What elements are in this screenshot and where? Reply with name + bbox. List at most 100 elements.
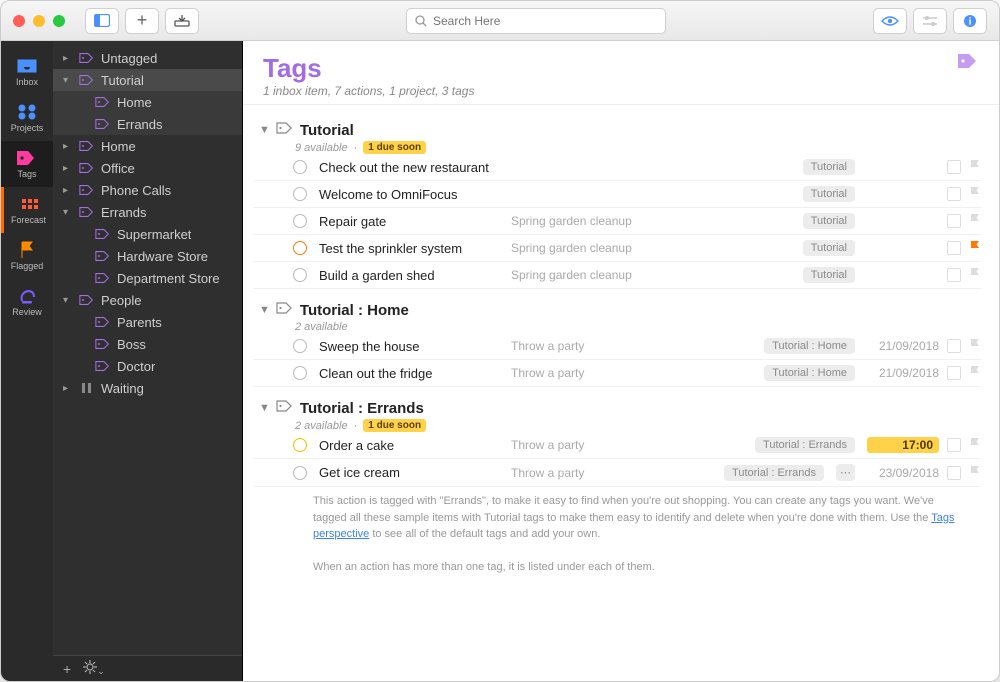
action-row[interactable]: Welcome to OmniFocus Tutorial — [253, 181, 981, 208]
action-row[interactable]: Sweep the house Throw a party Tutorial :… — [253, 333, 981, 360]
cleanup-button[interactable] — [165, 8, 199, 34]
note-icon[interactable] — [947, 214, 961, 228]
flag-icon[interactable] — [969, 241, 981, 255]
tag-icon — [276, 121, 294, 139]
sidebar-item[interactable]: ▸ Office — [53, 157, 242, 179]
rail-flagged[interactable]: Flagged — [1, 233, 53, 279]
sidebar-item[interactable]: ▾ Errands — [53, 201, 242, 223]
flag-icon[interactable] — [969, 438, 981, 452]
action-title: Check out the new restaurant — [319, 160, 499, 175]
action-title: Get ice cream — [319, 465, 499, 480]
action-row[interactable]: Order a cake Throw a party Tutorial : Er… — [253, 432, 981, 459]
inbox-icon — [174, 14, 190, 27]
rail-forecast[interactable]: Forecast — [1, 187, 53, 233]
rail-projects[interactable]: Projects — [1, 95, 53, 141]
note-icon[interactable] — [947, 339, 961, 353]
action-tag-pill: Tutorial — [803, 186, 855, 202]
rail-tags[interactable]: Tags — [1, 141, 53, 187]
status-circle[interactable] — [293, 214, 307, 228]
note-icon[interactable] — [947, 366, 961, 380]
group-header[interactable]: ▼ Tutorial : Home — [253, 289, 981, 321]
action-row[interactable]: Build a garden shed Spring garden cleanu… — [253, 262, 981, 289]
status-circle[interactable] — [293, 160, 307, 174]
minimize-window[interactable] — [33, 15, 45, 27]
sidebar-item[interactable]: Home — [53, 91, 242, 113]
action-row[interactable]: Test the sprinkler system Spring garden … — [253, 235, 981, 262]
sidebar-footer: + ⌄ — [53, 655, 242, 681]
rail-review[interactable]: Review — [1, 279, 53, 325]
action-row[interactable]: Repair gate Spring garden cleanup Tutori… — [253, 208, 981, 235]
action-title: Build a garden shed — [319, 268, 499, 283]
sidebar-item[interactable]: Department Store — [53, 267, 242, 289]
tag-icon — [276, 399, 294, 417]
sidebar-item[interactable]: Doctor — [53, 355, 242, 377]
rail-inbox[interactable]: Inbox — [1, 49, 53, 95]
status-circle[interactable] — [293, 187, 307, 201]
flag-icon[interactable] — [969, 214, 981, 228]
note-icon[interactable] — [947, 241, 961, 255]
tag-icon — [276, 301, 294, 319]
sidebar-item[interactable]: ▸ Waiting — [53, 377, 242, 399]
note-icon[interactable] — [947, 466, 961, 480]
status-circle[interactable] — [293, 466, 307, 480]
add-tag-button[interactable]: + — [63, 661, 71, 677]
action-date: 21/09/2018 — [867, 339, 939, 353]
sidebar-item-label: Untagged — [101, 51, 157, 66]
status-circle[interactable] — [293, 438, 307, 452]
sidebar-item[interactable]: ▾ People — [53, 289, 242, 311]
view-button[interactable] — [873, 8, 907, 34]
sidebar-item[interactable]: ▸ Untagged — [53, 47, 242, 69]
inspector-button[interactable]: i — [953, 8, 987, 34]
flag-icon[interactable] — [969, 160, 981, 174]
sidebar-item-label: Hardware Store — [117, 249, 208, 264]
flag-icon[interactable] — [969, 339, 981, 353]
sidebar-list: ▸ Untagged ▾ Tutorial Home Errands ▸ Hom… — [53, 41, 242, 655]
sidebar-item[interactable]: Parents — [53, 311, 242, 333]
page-title: Tags — [263, 53, 474, 84]
sidebar-item[interactable]: Hardware Store — [53, 245, 242, 267]
flag-icon[interactable] — [969, 466, 981, 480]
note-icon[interactable] — [947, 268, 961, 282]
sidebar-item-label: Errands — [101, 205, 147, 220]
add-button[interactable]: + — [125, 8, 159, 34]
disclosure-down-icon: ▾ — [63, 207, 73, 218]
sidebar-item[interactable]: Supermarket — [53, 223, 242, 245]
tags-perspective-link[interactable]: Tags perspective — [313, 512, 955, 541]
toggle-sidebar-button[interactable] — [85, 8, 119, 34]
action-row[interactable]: Check out the new restaurant Tutorial — [253, 154, 981, 181]
note-icon[interactable] — [947, 438, 961, 452]
sidebar-item[interactable]: Errands — [53, 113, 242, 135]
flag-icon[interactable] — [969, 268, 981, 282]
group-header[interactable]: ▼ Tutorial : Errands — [253, 387, 981, 419]
zoom-window[interactable] — [53, 15, 65, 27]
sidebar-item-label: Parents — [117, 315, 162, 330]
status-circle[interactable] — [293, 268, 307, 282]
action-tag-pill: Tutorial — [803, 213, 855, 229]
focus-button[interactable] — [913, 8, 947, 34]
sidebar-item[interactable]: ▾ Tutorial — [53, 69, 242, 91]
settings-button[interactable]: ⌄ — [83, 660, 105, 677]
sidebar-item-label: Office — [101, 161, 135, 176]
sidebar-item-label: Supermarket — [117, 227, 191, 242]
flag-icon[interactable] — [969, 187, 981, 201]
sidebar-icon — [94, 14, 110, 27]
more-tags-pill[interactable]: ⋯ — [836, 464, 855, 481]
flag-icon[interactable] — [969, 366, 981, 380]
action-row[interactable]: Clean out the fridge Throw a party Tutor… — [253, 360, 981, 387]
search-field[interactable] — [406, 8, 666, 34]
close-window[interactable] — [13, 15, 25, 27]
action-project: Spring garden cleanup — [511, 241, 791, 255]
sidebar-item[interactable]: ▸ Home — [53, 135, 242, 157]
group-header[interactable]: ▼ Tutorial — [253, 109, 981, 141]
note-icon[interactable] — [947, 187, 961, 201]
sidebar-item[interactable]: Boss — [53, 333, 242, 355]
sidebar-item[interactable]: ▸ Phone Calls — [53, 179, 242, 201]
search-input[interactable] — [433, 14, 657, 28]
action-row[interactable]: Get ice cream Throw a party Tutorial : E… — [253, 459, 981, 487]
status-circle[interactable] — [293, 339, 307, 353]
note-icon[interactable] — [947, 160, 961, 174]
status-circle[interactable] — [293, 241, 307, 255]
action-project: Spring garden cleanup — [511, 268, 791, 282]
action-tag-pill: Tutorial : Home — [764, 365, 855, 381]
status-circle[interactable] — [293, 366, 307, 380]
